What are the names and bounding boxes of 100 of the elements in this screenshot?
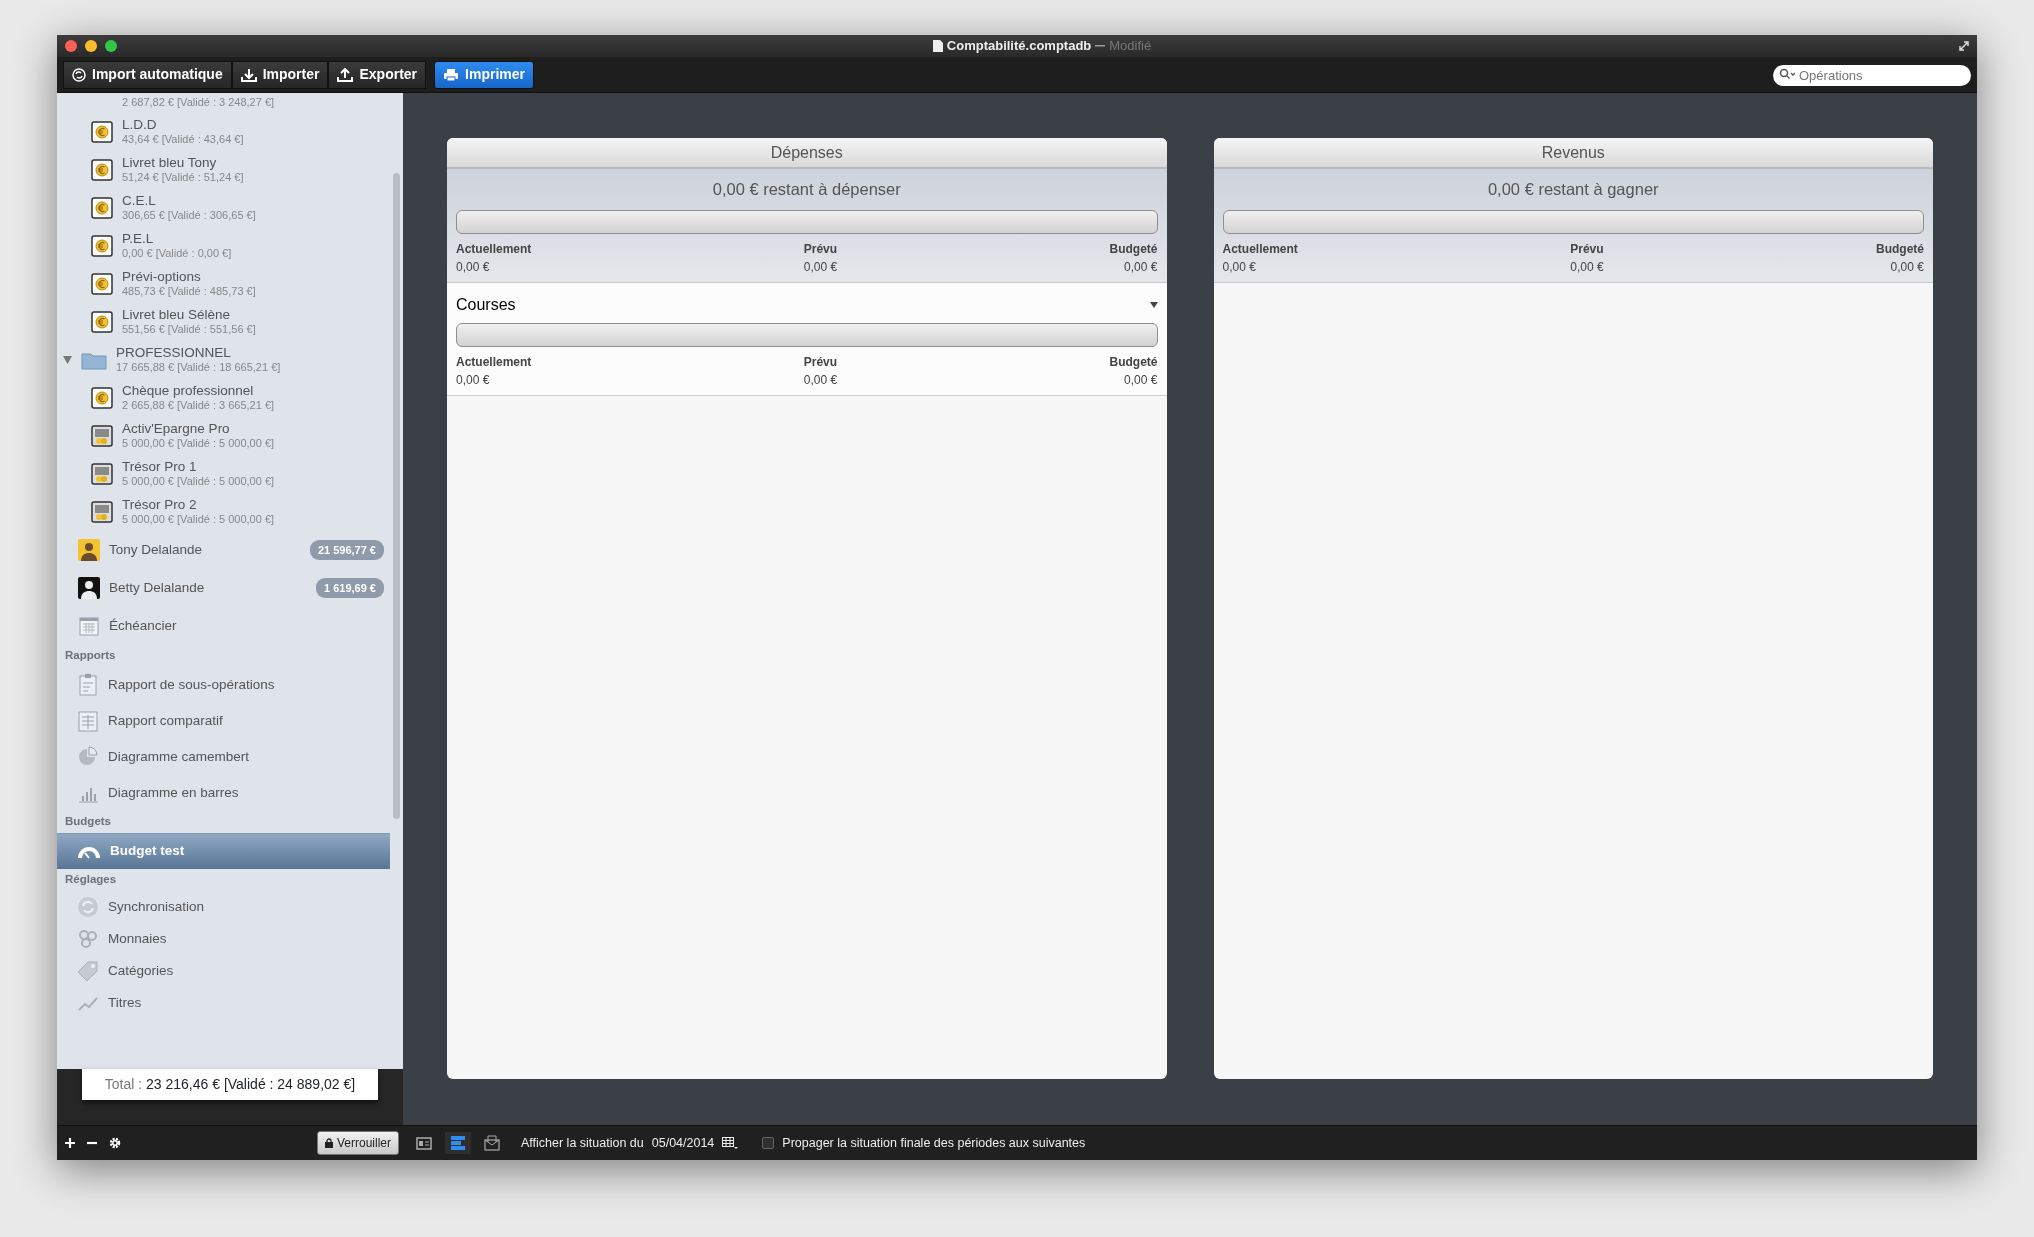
column-value: 0,00 € [1890,258,1924,276]
safe-icon [91,463,113,485]
dropdown-arrow-icon[interactable] [1149,301,1158,308]
avatar-icon [78,539,100,561]
fullscreen-icon [1959,41,1969,51]
column-label: Prévu [803,353,838,371]
sidebar-item[interactable]: Rapport comparatif [57,703,390,739]
coin-icon [91,121,113,143]
account-name[interactable]: Activ'Epargne Pro [122,422,275,437]
date-value[interactable]: 05/04/2014 [651,1133,715,1153]
column-label: Prévu [803,240,838,258]
sidebar-item[interactable]: Budget test [57,833,390,869]
account-name[interactable]: P.E.L [122,232,232,247]
coin-icon [91,159,113,181]
account-balance: 306,65 € [Validé : 306,65 €] [122,208,256,222]
account-name[interactable]: Prévi-options [122,270,256,285]
account-balance: 2 665,88 € [Validé : 3 665,21 €] [122,398,275,412]
sidebar-item[interactable]: Diagramme en barres [57,775,390,811]
sync-icon [77,896,99,918]
coin-icon [91,387,113,409]
lock-icon [324,1138,333,1148]
safe-icon [91,425,113,447]
sidebar-item[interactable]: Catégories [57,955,390,987]
account-name[interactable]: L.D.D [122,118,244,133]
coins-icon [77,928,99,950]
account-balance: 2 687,82 € [Validé : 3 248,27 €] [122,96,275,110]
account-balance: 51,24 € [Validé : 51,24 €] [122,170,244,184]
coin-icon [91,273,113,295]
section-header: Réglages [64,871,118,887]
checkbox[interactable] [762,1137,775,1149]
folder-icon [81,350,107,370]
add-icon[interactable] [65,1138,75,1148]
document-icon [932,40,943,52]
account-name[interactable]: PROFESSIONNEL [116,346,281,361]
column-label: Budgeté [1109,353,1158,371]
account-name[interactable]: Livret bleu Tony [122,156,244,171]
account-balance: 485,73 € [Validé : 485,73 €] [122,284,256,298]
account-name[interactable]: Chèque professionnel [122,384,275,399]
sidebar-item[interactable]: Monnaies [57,923,390,955]
toolbar-button[interactable]: Exporter [328,60,427,89]
checkbox-label: Propager la situation finale des périodes aux suivantes [782,1134,1086,1152]
scrollbar-thumb[interactable] [393,173,400,819]
account-balance: 0,00 € [Validé : 0,00 €] [122,246,232,260]
account-name[interactable]: C.E.L [122,194,256,209]
window-control[interactable] [105,40,117,52]
remaining-summary: 0,00 € restant à gagner [1486,179,1660,200]
toolbar-button[interactable]: Importer [231,60,329,89]
category-name: Courses [456,294,516,315]
document-status: Modifié [1109,37,1152,56]
settings-icon[interactable] [109,1137,121,1149]
balance-badge: 1 619,69 € [316,577,384,599]
sidebar-item[interactable]: Rapport de sous-opérations [57,667,390,703]
account-balance: 5 000,00 € [Validé : 5 000,00 €] [122,512,275,526]
column-value: 0,00 € [456,258,491,276]
column-value: 0,00 € [1222,258,1257,276]
column-value: 0,00 € [1124,258,1158,276]
printer-icon [443,67,460,82]
account-name[interactable]: Livret bleu Sélène [122,308,256,323]
column-value: 0,00 € [803,258,838,276]
account-name[interactable]: Trésor Pro 1 [122,460,275,475]
column-value: 0,00 € [1124,371,1158,389]
sync-icon [72,67,86,82]
account-balance: 17 665,88 € [Validé : 18 665,21 €] [116,360,281,374]
column-label: Actuellement [1222,240,1298,258]
lock-button[interactable]: Verrouiller [316,1131,399,1155]
calendar-icon[interactable] [722,1137,739,1149]
window-control[interactable] [65,40,77,52]
toolbar-button[interactable]: Import automatique [63,60,232,89]
column-value: 0,00 € [1570,258,1604,276]
coin-icon [91,197,113,219]
sidebar-item[interactable]: Diagramme camembert [57,739,390,775]
account-balance: 5 000,00 € [Validé : 5 000,00 €] [122,436,275,450]
sidebar-item[interactable]: Échéancier [109,618,177,634]
sidebar-item[interactable]: Tony Delalande [109,542,203,558]
balance-badge: 21 596,77 € [309,539,384,561]
sidebar-item[interactable]: Synchronisation [57,891,390,923]
tag-icon [77,960,99,982]
section-header: Rapports [64,647,117,663]
avatar-icon [78,577,100,599]
list-icon [450,1135,466,1151]
toolbar-button[interactable]: Imprimer [434,60,534,89]
sidebar-item[interactable]: Titres [57,987,390,1019]
column-label: Actuellement [456,240,532,258]
upload-icon [337,67,354,82]
window-control[interactable] [85,40,97,52]
window-title: Comptabilité.comptadb [946,37,1092,56]
account-name[interactable]: Trésor Pro 2 [122,498,275,513]
sidebar-item[interactable]: Betty Delalande [109,580,205,596]
column-label: Budgeté [1876,240,1924,258]
search-field[interactable]: Opérations [1773,64,1971,86]
view-toggle-button[interactable] [445,1132,471,1154]
safe-icon [91,501,113,523]
envelope-icon [484,1135,500,1151]
total-balance: Total : 23 216,46 € [Validé : 24 889,02 €] [82,1069,378,1100]
table-icon [77,709,99,733]
calendar-icon [78,615,100,637]
column-value: 0,00 € [803,371,838,389]
separator-dash [1095,45,1106,47]
expanded-triangle-icon[interactable] [63,356,72,364]
date-label: Afficher la situation du [521,1134,644,1152]
